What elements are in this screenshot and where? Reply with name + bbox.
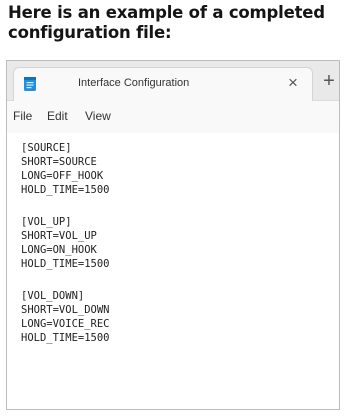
menu-bar: File Edit View <box>7 101 339 133</box>
code-line: LONG=OFF_HOOK <box>21 170 104 182</box>
code-line: [VOL_DOWN] <box>21 290 85 302</box>
new-tab-button[interactable]: + <box>319 71 339 91</box>
close-tab-button[interactable]: × <box>282 72 304 94</box>
code-line: SHORT=SOURCE <box>21 156 97 168</box>
tab-interface-configuration[interactable]: Interface Configuration × <box>13 67 313 101</box>
code-line: HOLD_TIME=1500 <box>21 184 110 196</box>
menu-file[interactable]: File <box>13 109 32 123</box>
code-line: LONG=VOICE_REC <box>21 318 110 330</box>
text-editor-area[interactable]: [SOURCE] SHORT=SOURCE LONG=OFF_HOOK HOLD… <box>7 133 339 409</box>
menu-view[interactable]: View <box>85 109 111 123</box>
tab-title: Interface Configuration <box>78 77 190 89</box>
tab-bar: Interface Configuration × + <box>7 61 339 101</box>
code-line: [SOURCE] <box>21 142 72 154</box>
notepad-window: Interface Configuration × + File Edit Vi… <box>6 60 340 410</box>
menu-edit[interactable]: Edit <box>47 109 68 123</box>
code-line: LONG=ON_HOOK <box>21 244 97 256</box>
notepad-icon <box>24 77 36 91</box>
code-line: HOLD_TIME=1500 <box>21 258 110 270</box>
code-line: SHORT=VOL_UP <box>21 230 97 242</box>
code-line: SHORT=VOL_DOWN <box>21 304 110 316</box>
page-heading: Here is an example of a completed config… <box>8 3 325 42</box>
code-line: HOLD_TIME=1500 <box>21 332 110 344</box>
code-line: [VOL_UP] <box>21 216 72 228</box>
